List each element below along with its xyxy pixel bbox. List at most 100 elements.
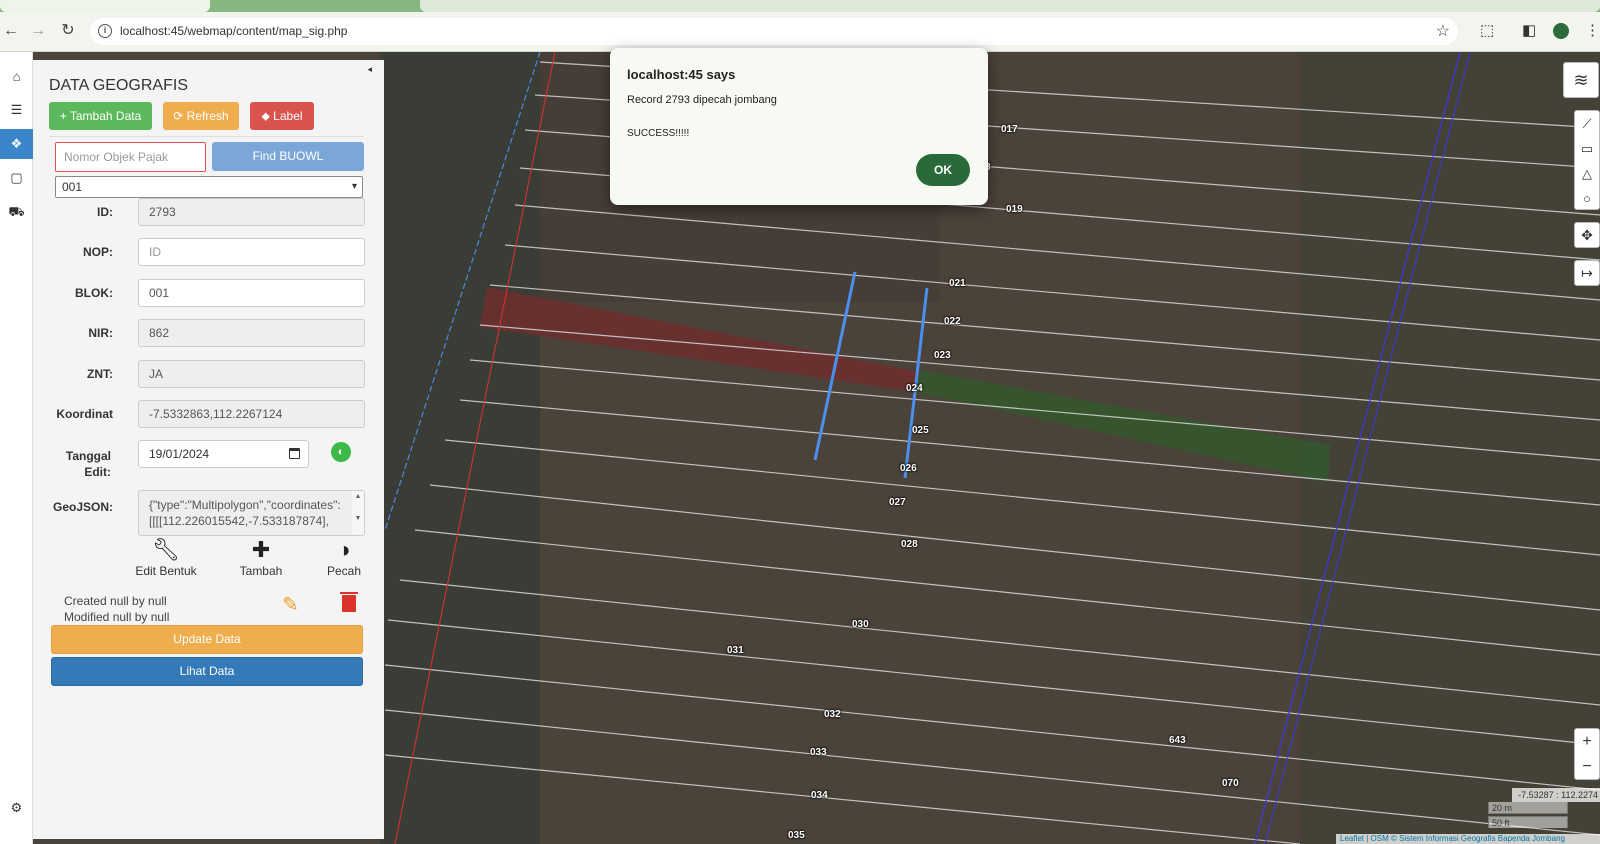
scale-imperial: 50 ft xyxy=(1488,816,1568,828)
znt-label: ZNT: xyxy=(87,367,113,381)
map-attribution[interactable]: Leaflet | OSM © Sistem Informasi Geograf… xyxy=(1336,834,1600,844)
browser-tab[interactable] xyxy=(0,0,210,12)
layers-icon[interactable]: ≋ xyxy=(1563,62,1599,98)
coordinate-readout: -7.53287 : 112.2274 xyxy=(1512,788,1600,802)
collapse-icon[interactable]: ◂ xyxy=(367,64,372,75)
edit-shape-tool[interactable]: 🔧︎ Edit Bentuk xyxy=(133,536,199,578)
parcel-label: 030 xyxy=(852,619,869,630)
parcel-label: 025 xyxy=(912,425,929,436)
modified-text: Modified null by null xyxy=(64,610,170,624)
add-tool-label: Tambah xyxy=(239,564,283,578)
edit-shape-label: Edit Bentuk xyxy=(135,564,197,578)
gear-icon[interactable]: ⚙ xyxy=(0,793,33,823)
zoom-control: + − xyxy=(1574,728,1600,780)
url-text[interactable]: localhost:45/webmap/content/map_sig.php xyxy=(120,24,347,38)
square-icon[interactable]: ▢ xyxy=(0,163,33,193)
home-icon[interactable]: ⌂ xyxy=(0,62,33,92)
parcel-label: 028 xyxy=(901,539,918,550)
profile-avatar[interactable] xyxy=(1553,23,1569,39)
list-icon[interactable]: ☰ xyxy=(0,95,33,125)
parcel-label: 024 xyxy=(906,383,923,394)
parcel-label: 070 xyxy=(1222,778,1239,789)
pencil-icon[interactable]: ✎ xyxy=(282,592,299,617)
scrollbar[interactable]: ▲ ▼ xyxy=(352,491,364,535)
bookmark-star-icon[interactable]: ☆ xyxy=(1436,21,1450,41)
nir-field[interactable]: 862 xyxy=(138,319,365,347)
globe-icon[interactable]: ◐ xyxy=(331,442,351,462)
draw-circle-icon[interactable]: ○ xyxy=(1575,186,1599,211)
data-panel: ◂ DATA GEOGRAFIS + Tambah Data ⟳ Refresh… xyxy=(33,60,384,839)
cubes-icon[interactable]: ❖ xyxy=(0,129,33,159)
koordinat-field[interactable]: -7.5332863,112.2267124 xyxy=(138,400,365,428)
dialog-message: Record 2793 dipecah jombang xyxy=(627,94,777,106)
parcel-label: 026 xyxy=(900,463,917,474)
address-bar: ← → ↻ i localhost:45/webmap/content/map_… xyxy=(0,12,1600,52)
attribution-text[interactable]: Leaflet | OSM © Sistem Informasi Geograf… xyxy=(1340,834,1565,843)
add-data-button[interactable]: + Tambah Data xyxy=(49,102,152,130)
add-tool[interactable]: ✚ Tambah xyxy=(233,536,289,578)
blok-select[interactable]: 001 ▾ xyxy=(55,176,363,198)
audit-info: Created null by null Modified null by nu… xyxy=(64,593,169,625)
parcel-label: 035 xyxy=(788,830,805,841)
site-info-icon[interactable]: i xyxy=(98,24,112,38)
draw-polygon-icon[interactable]: △ xyxy=(1575,161,1599,186)
parcel-label: 032 xyxy=(824,709,841,720)
view-data-button[interactable]: Lihat Data xyxy=(51,657,363,686)
calendar-icon[interactable] xyxy=(289,448,300,459)
forward-icon[interactable]: → xyxy=(27,20,49,42)
wrench-icon: 🔧︎ xyxy=(152,537,180,562)
nop-search-input[interactable]: Nomor Objek Pajak xyxy=(55,142,206,172)
zoom-in-button[interactable]: + xyxy=(1575,729,1599,754)
dialog-title: localhost:45 says xyxy=(627,67,736,82)
parcel-label: 034 xyxy=(811,790,828,801)
geojson-textarea[interactable]: {"type":"Multipolygon","coordinates":[[[… xyxy=(138,490,365,536)
split-tool[interactable]: ◑ Pecah xyxy=(323,536,365,578)
tanggal-date-input[interactable]: 19/01/2024 xyxy=(138,440,309,468)
parcel-label: 027 xyxy=(889,497,906,508)
extensions-icon[interactable]: ⬚ xyxy=(1480,21,1494,39)
move-icon[interactable]: ✥ xyxy=(1574,222,1600,248)
reload-icon[interactable]: ↻ xyxy=(57,20,79,42)
adjust-icon: ◑ xyxy=(337,537,351,562)
parcel-label: 019 xyxy=(1006,204,1023,215)
id-label: ID: xyxy=(97,205,113,219)
plus-icon: ✚ xyxy=(251,537,271,562)
split-tool-label: Pecah xyxy=(326,564,362,578)
sidepanel-icon[interactable]: ◧ xyxy=(1522,21,1536,39)
ok-button[interactable]: OK xyxy=(916,154,970,186)
nop-label: NOP: xyxy=(83,245,113,259)
id-field[interactable]: 2793 xyxy=(138,198,365,226)
trash-icon[interactable] xyxy=(340,592,358,612)
refresh-button[interactable]: ⟳ Refresh xyxy=(163,102,239,130)
blok-label: BLOK: xyxy=(75,286,113,300)
find-buowl-button[interactable]: Find BUOWL xyxy=(212,142,364,171)
blok-field[interactable]: 001 xyxy=(138,279,365,307)
back-icon[interactable]: ← xyxy=(0,20,22,42)
road-icon[interactable]: ⛟ xyxy=(0,197,33,227)
url-input[interactable]: i localhost:45/webmap/content/map_sig.ph… xyxy=(90,18,1458,45)
tag-icon: ⬥ xyxy=(261,109,274,123)
browser-tab-row[interactable] xyxy=(420,0,1600,12)
label-button-text: Label xyxy=(273,109,303,123)
blok-select-value: 001 xyxy=(62,180,83,194)
tanggal-value: 19/01/2024 xyxy=(149,447,210,461)
parcel-label: 031 xyxy=(727,645,744,656)
draw-polyline-icon[interactable]: ⟋ xyxy=(1575,111,1599,136)
divider xyxy=(49,136,363,137)
parcel-label: 017 xyxy=(1001,124,1018,135)
parcel-label: 643 xyxy=(1169,735,1186,746)
update-data-button[interactable]: Update Data xyxy=(51,625,363,654)
menu-icon[interactable]: ⋮ xyxy=(1585,21,1600,39)
draw-rectangle-icon[interactable]: ▭ xyxy=(1575,136,1599,161)
nop-field[interactable]: ID xyxy=(138,238,365,266)
tanggal-label: Tanggal Edit: xyxy=(65,449,111,479)
sidebar-tabs: ⌂ ☰ ❖ ▢ ⛟ ⚙ xyxy=(0,52,33,844)
zoom-out-button[interactable]: − xyxy=(1575,754,1599,779)
panel-title: DATA GEOGRAFIS xyxy=(49,77,188,94)
created-text: Created null by null xyxy=(64,594,167,608)
parcel-label: 021 xyxy=(949,278,966,289)
label-button[interactable]: ⬥ Label xyxy=(250,102,314,130)
koordinat-label: Koordinat xyxy=(56,407,113,421)
znt-field[interactable]: JA xyxy=(138,360,365,388)
measure-icon[interactable]: ↦ xyxy=(1574,260,1600,286)
